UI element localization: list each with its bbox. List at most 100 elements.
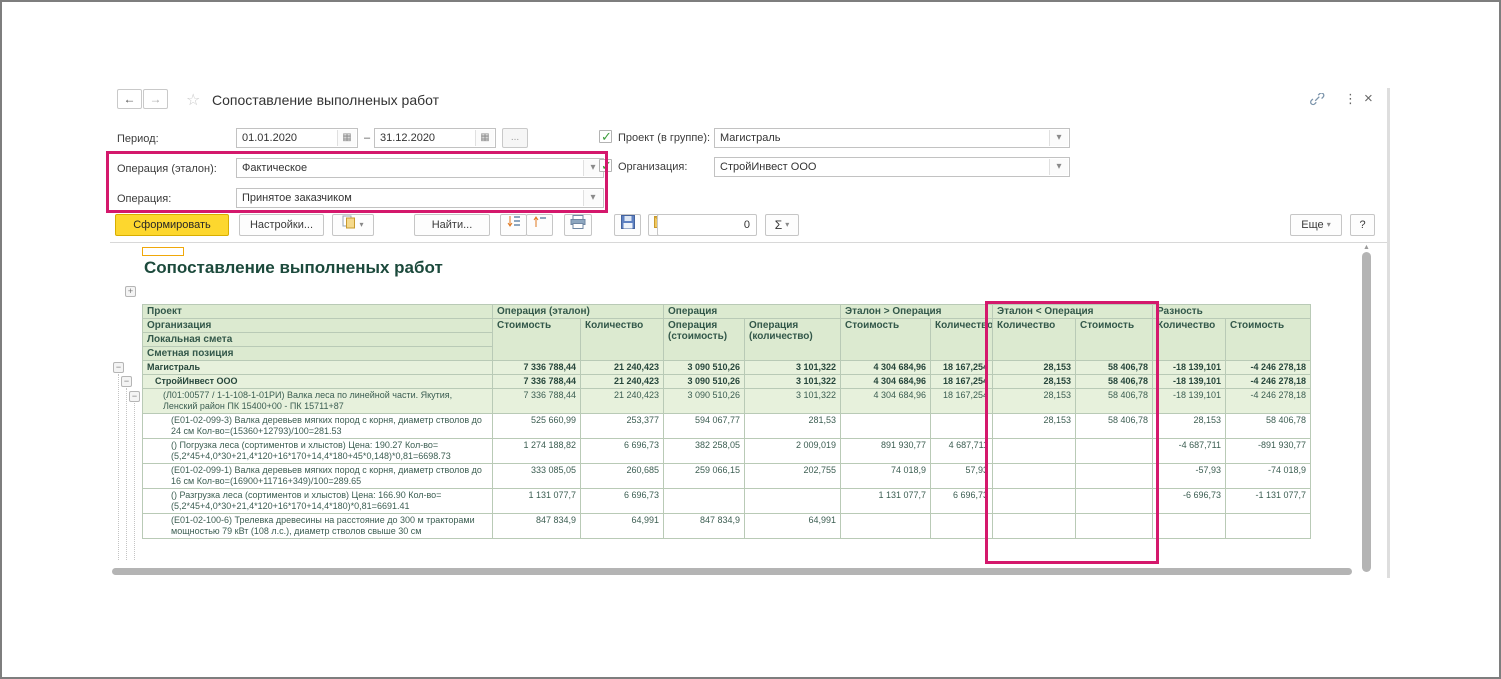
collapse-groups-button[interactable] [526, 214, 553, 236]
header-organization[interactable]: Организация [143, 319, 493, 333]
row-value[interactable]: 7 336 788,44 [493, 389, 581, 414]
row-value[interactable]: 74 018,9 [841, 464, 931, 489]
row-value[interactable]: 847 834,9 [664, 514, 745, 539]
project-checkbox[interactable]: ✓ [599, 130, 612, 143]
row-value[interactable]: -18 139,101 [1153, 361, 1226, 375]
row-value[interactable]: 3 101,322 [745, 375, 841, 389]
row-value[interactable]: 4 304 684,96 [841, 375, 931, 389]
row-value[interactable] [1226, 514, 1311, 539]
row-value[interactable]: 58 406,78 [1076, 375, 1153, 389]
header-gt-quantity[interactable]: Количество [931, 319, 993, 361]
header-diff-cost[interactable]: Стоимость [1226, 319, 1311, 361]
horizontal-scrollbar-thumb[interactable] [112, 568, 1352, 575]
row-value[interactable]: 7 336 788,44 [493, 375, 581, 389]
copy-split-button[interactable]: ▾ [332, 214, 374, 236]
row-value[interactable]: -1 131 077,7 [1226, 489, 1311, 514]
header-estimate-position[interactable]: Сметная позиция [143, 347, 493, 361]
header-group-difference[interactable]: Разность [1153, 305, 1311, 319]
calendar-icon[interactable]: ▦ [337, 130, 356, 146]
row-label[interactable]: (Е01-02-099-1) Валка деревьев мягких пор… [143, 464, 493, 489]
expand-groups-button[interactable] [500, 214, 527, 236]
row-value[interactable]: 3 090 510,26 [664, 361, 745, 375]
row-value[interactable]: 281,53 [745, 414, 841, 439]
chevron-down-icon[interactable]: ▾ [1049, 159, 1068, 175]
sum-field[interactable] [657, 214, 757, 236]
row-value[interactable] [931, 514, 993, 539]
row-value[interactable]: 28,153 [993, 361, 1076, 375]
row-label[interactable]: () Погрузка леса (сортиментов и хлыстов)… [143, 439, 493, 464]
row-value[interactable]: 333 085,05 [493, 464, 581, 489]
organization-checkbox[interactable]: ✓ [599, 159, 612, 172]
row-value[interactable] [745, 489, 841, 514]
horizontal-scrollbar[interactable] [110, 567, 1357, 576]
row-value[interactable] [1076, 464, 1153, 489]
favorite-star-icon[interactable]: ☆ [186, 90, 200, 110]
row-value[interactable]: 594 067,77 [664, 414, 745, 439]
period-more-button[interactable]: ... [502, 128, 528, 148]
row-value[interactable]: -6 696,73 [1153, 489, 1226, 514]
row-value[interactable]: -4 246 278,18 [1226, 375, 1311, 389]
row-value[interactable] [993, 489, 1076, 514]
row-value[interactable]: 6 696,73 [931, 489, 993, 514]
close-icon[interactable]: × [1364, 90, 1373, 107]
row-value[interactable]: 4 304 684,96 [841, 361, 931, 375]
operation-etalon-field[interactable]: Фактическое ▾ [236, 158, 604, 178]
row-label[interactable]: Магистраль [143, 361, 493, 375]
date-to-field[interactable]: 31.12.2020 ▦ [374, 128, 496, 148]
row-value[interactable] [993, 439, 1076, 464]
row-value[interactable] [993, 464, 1076, 489]
row-value[interactable]: 891 930,77 [841, 439, 931, 464]
row-value[interactable]: 6 696,73 [581, 439, 664, 464]
row-value[interactable]: 3 101,322 [745, 389, 841, 414]
row-value[interactable]: 21 240,423 [581, 375, 664, 389]
row-value[interactable]: 525 660,99 [493, 414, 581, 439]
row-value[interactable]: 28,153 [993, 375, 1076, 389]
row-value[interactable]: -57,93 [1153, 464, 1226, 489]
header-quantity[interactable]: Количество [581, 319, 664, 361]
row-value[interactable] [993, 514, 1076, 539]
header-group-operation[interactable]: Операция [664, 305, 841, 319]
more-button[interactable]: Еще ▾ [1290, 214, 1342, 236]
row-value[interactable]: 28,153 [993, 389, 1076, 414]
row-value[interactable]: 6 696,73 [581, 489, 664, 514]
row-value[interactable]: 260,685 [581, 464, 664, 489]
column-group-expander-icon[interactable]: + [125, 286, 136, 297]
row-value[interactable] [841, 414, 931, 439]
row-label[interactable]: () Разгрузка леса (сортиментов и хлыстов… [143, 489, 493, 514]
row-value[interactable]: 7 336 788,44 [493, 361, 581, 375]
row-value[interactable]: 3 090 510,26 [664, 375, 745, 389]
row-label[interactable]: (Л01:00577 / 1-1-108-1-01РИ) Валка леса … [143, 389, 493, 414]
row-value[interactable]: 1 274 188,82 [493, 439, 581, 464]
project-field[interactable]: Магистраль ▾ [714, 128, 1070, 148]
link-icon[interactable] [1310, 93, 1325, 111]
row-value[interactable]: 202,755 [745, 464, 841, 489]
row-value[interactable]: 18 167,254 [931, 389, 993, 414]
header-cost[interactable]: Стоимость [493, 319, 581, 361]
organization-field[interactable]: СтройИнвест ООО ▾ [714, 157, 1070, 177]
row-value[interactable]: 58 406,78 [1076, 414, 1153, 439]
row-value[interactable]: -4 246 278,18 [1226, 361, 1311, 375]
vertical-scrollbar-thumb[interactable] [1362, 252, 1371, 572]
header-gt-cost[interactable]: Стоимость [841, 319, 931, 361]
header-lt-quantity[interactable]: Количество [993, 319, 1076, 361]
forward-button[interactable]: → [143, 89, 168, 109]
row-value[interactable] [1076, 514, 1153, 539]
row-value[interactable] [1153, 514, 1226, 539]
row-value[interactable]: -74 018,9 [1226, 464, 1311, 489]
row-group-expander-icon[interactable]: − [121, 376, 132, 387]
row-value[interactable] [664, 489, 745, 514]
row-value[interactable]: 3 101,322 [745, 361, 841, 375]
header-project[interactable]: Проект [143, 305, 493, 319]
row-value[interactable]: 18 167,254 [931, 361, 993, 375]
row-value[interactable]: 4 304 684,96 [841, 389, 931, 414]
calendar-icon[interactable]: ▦ [475, 130, 494, 146]
kebab-menu-icon[interactable]: ⋮ [1344, 91, 1357, 107]
row-value[interactable]: 58 406,78 [1076, 361, 1153, 375]
row-value[interactable]: 21 240,423 [581, 389, 664, 414]
row-label[interactable]: (Е01-02-099-3) Валка деревьев мягких пор… [143, 414, 493, 439]
row-value[interactable]: 58 406,78 [1226, 414, 1311, 439]
row-value[interactable]: 28,153 [1153, 414, 1226, 439]
print-button[interactable] [564, 214, 592, 236]
row-value[interactable] [841, 514, 931, 539]
row-value[interactable] [1076, 489, 1153, 514]
